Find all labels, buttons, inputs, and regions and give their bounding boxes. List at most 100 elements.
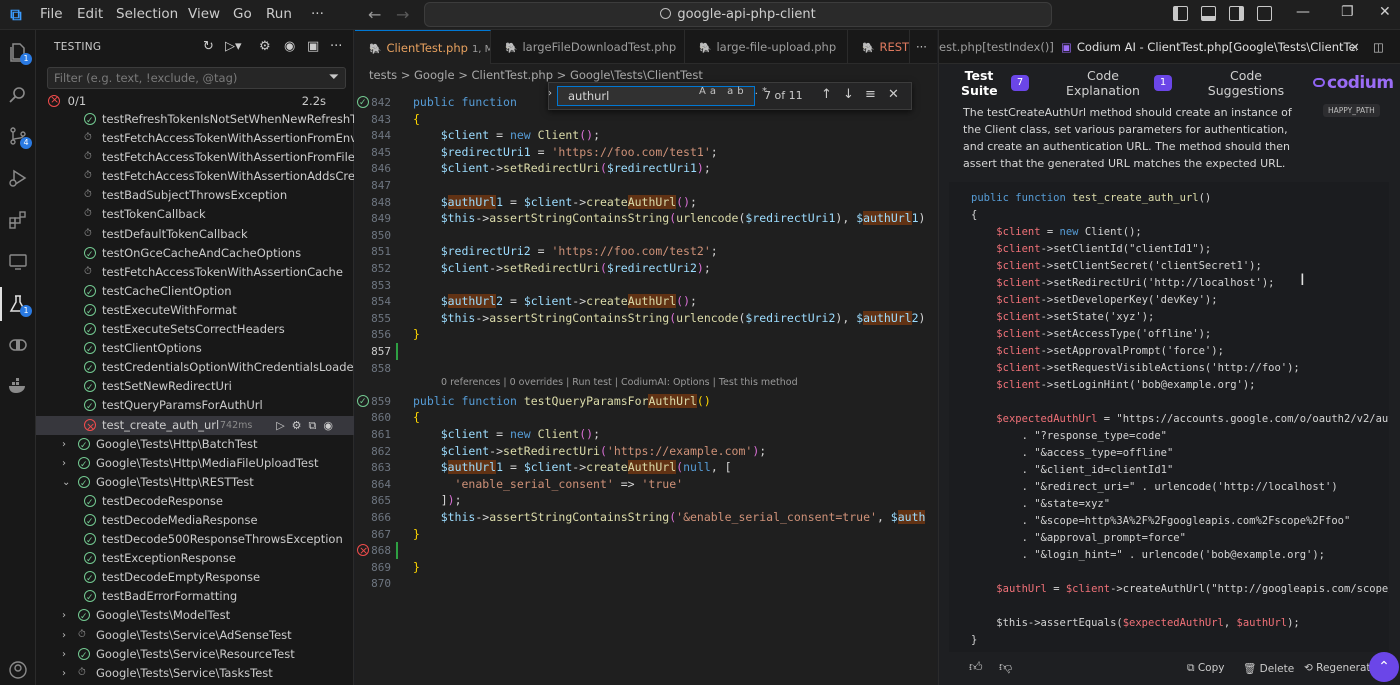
test-case-row[interactable]: testQueryParamsForAuthUrl (36, 396, 354, 417)
code-line[interactable]: 860 { (355, 409, 937, 426)
explorer-icon[interactable] (8, 42, 28, 62)
find-in-selection-icon[interactable]: ≡ (865, 87, 876, 102)
close-find-icon[interactable]: ✕ (888, 87, 899, 102)
test-suite-row[interactable]: › Google\Tests\Http\BatchTest (36, 435, 354, 456)
code-line[interactable]: 861 $client = new Client(); (355, 426, 937, 443)
code-line[interactable]: 851 $redirectUri2 = 'https://foo.com/tes… (355, 243, 937, 260)
tab-largefiledownload[interactable]: 🐘 largeFileDownloadTest.php (491, 30, 685, 64)
close-codium-tab-icon[interactable]: ✕ (1350, 30, 1360, 64)
code-line[interactable]: 846 $client->setRedirectUri($redirectUri… (355, 160, 937, 177)
toggle-panel-icon[interactable] (1201, 6, 1216, 21)
test-passed-gutter-icon[interactable] (357, 95, 369, 112)
test-filter-input[interactable]: Filter (e.g. text, !exclude, @tag) ⏷ (47, 67, 346, 89)
code-line[interactable]: 866 $this->assertStringContainsString('&… (355, 509, 937, 526)
restore-icon[interactable]: ❐ (1341, 4, 1354, 20)
code-line[interactable]: 850 (355, 227, 937, 244)
show-output-icon[interactable]: ▣ (307, 39, 319, 54)
test-case-row[interactable]: testDecode500ResponseThrowsException (36, 530, 354, 551)
more-actions-icon[interactable]: ··· (330, 39, 342, 54)
code-line[interactable]: 864 'enable_serial_consent' => 'true' (355, 476, 937, 493)
menu-selection[interactable]: Selection (116, 6, 178, 22)
remote-explorer-icon[interactable] (8, 252, 28, 272)
menu-view[interactable]: View (188, 6, 220, 22)
code-line[interactable]: 857 (355, 343, 937, 360)
codelens[interactable]: 0 references | 0 overrides | Run test | … (441, 377, 798, 388)
tab-large-file-upload[interactable]: 🐘 large-file-upload.php (685, 30, 848, 64)
generated-test-code[interactable]: public function test_create_auth_url(){ … (949, 182, 1389, 652)
tab-testindex[interactable]: est.php[testIndex()] (939, 30, 1054, 64)
forward-arrow-icon[interactable]: → (396, 5, 409, 24)
refresh-tests-icon[interactable]: ↻ (203, 39, 214, 54)
menu-file[interactable]: File (40, 6, 63, 22)
split-editor-icon[interactable]: ◫ (1373, 30, 1384, 64)
test-suite-row[interactable]: › ⏱ Google\Tests\Service\AdSenseTest (36, 626, 354, 645)
test-case-row[interactable]: ⏱ testFetchAccessTokenWithAssertionCache (36, 263, 354, 282)
chevron-right-icon[interactable]: › (62, 606, 72, 625)
code-line[interactable]: 859 public function testQueryParamsForAut… (355, 393, 937, 411)
code-line[interactable]: 870 (355, 575, 937, 592)
test-case-row[interactable]: testDecodeEmptyResponse (36, 568, 354, 589)
code-line[interactable]: 849 $this->assertStringContainsString(ur… (355, 210, 937, 227)
code-line[interactable]: 865 ]); (355, 492, 937, 509)
test-suite-row[interactable]: › Google\Tests\ModelTest (36, 606, 354, 627)
next-match-icon[interactable]: ↓ (843, 87, 854, 102)
delete-button[interactable]: 🗑︎ Delete (1243, 662, 1294, 675)
test-failed-gutter-icon[interactable] (357, 542, 369, 559)
code-line[interactable]: 844 $client = new Client(); (355, 127, 937, 144)
run-tests-icon[interactable]: ▷▾ (225, 39, 242, 54)
test-passed-gutter-icon[interactable] (357, 394, 369, 411)
code-line[interactable]: 862 $client->setRedirectUri('https://exa… (355, 443, 937, 460)
code-line[interactable]: 868 (355, 542, 937, 560)
test-suite-row[interactable]: › ⏱ Google\Tests\Service\TasksTest (36, 664, 354, 683)
code-line[interactable]: 845 $redirectUri1 = 'https://foo.com/tes… (355, 144, 937, 161)
test-case-row[interactable]: ⏱ testFetchAccessTokenWithAssertionFromFi… (36, 148, 354, 167)
test-case-row[interactable]: testOnGceCacheAndCacheOptions (36, 244, 354, 265)
code-line[interactable]: 867} (355, 526, 937, 543)
code-line[interactable]: 869} (355, 559, 937, 576)
code-editor[interactable]: 842public function843{844 $client = new … (355, 94, 937, 685)
tabs-more-icon[interactable]: ··· (910, 30, 937, 64)
code-line[interactable]: 848 $authUrl1 = $client->createAuthUrl()… (355, 194, 937, 211)
test-case-row[interactable]: testCacheClientOption (36, 282, 354, 303)
codium-icon[interactable] (8, 335, 28, 355)
code-line[interactable]: 854 $authUrl2 = $client->createAuthUrl()… (355, 293, 937, 310)
test-case-row[interactable]: testExceptionResponse (36, 549, 354, 570)
menu-run[interactable]: Run (266, 6, 292, 22)
chevron-right-icon[interactable]: › (62, 664, 72, 683)
test-case-row[interactable]: testCredentialsOptionWithCredentialsLoad… (36, 358, 354, 379)
menu-more[interactable]: ··· (311, 6, 324, 22)
close-window-icon[interactable]: ✕ (1379, 4, 1391, 20)
test-case-row[interactable]: ⏱ testFetchAccessTokenWithAssertionAddsCr… (36, 167, 354, 186)
tab-code-suggestions[interactable]: Code Suggestions (1207, 68, 1285, 98)
code-line[interactable]: 847 (355, 177, 937, 194)
tab-codium-clienttest[interactable]: ▣ Codium AI - ClientTest.php[Google\Tests… (1061, 30, 1357, 64)
filter-funnel-icon[interactable]: ⏷ (329, 70, 339, 85)
tab-rest[interactable]: 🐘 REST (848, 30, 910, 64)
thumbs-up-icon[interactable]: 👍︎ (969, 660, 983, 675)
docker-icon[interactable] (8, 376, 28, 396)
tab-clienttest[interactable]: 🐘 ClientTest.php1, M (355, 30, 491, 64)
debug-tests-icon[interactable]: ⚙ (259, 39, 271, 54)
back-arrow-icon[interactable]: ← (368, 5, 381, 24)
test-case-row[interactable]: testExecuteWithFormat (36, 301, 354, 322)
search-view-icon[interactable] (8, 85, 28, 105)
find-options[interactable]: Aa ab .* (699, 86, 771, 97)
test-case-row[interactable]: testRefreshTokenIsNotSetWhenNewRefreshTo… (36, 110, 354, 131)
extensions-icon[interactable] (8, 210, 28, 230)
source-control-icon[interactable] (8, 126, 28, 146)
menu-go[interactable]: Go (233, 6, 252, 22)
thumbs-down-icon[interactable]: 👎︎ (999, 660, 1012, 675)
toggle-sidebar-icon[interactable] (1173, 6, 1188, 21)
test-case-row[interactable]: ⏱ testFetchAccessTokenWithAssertionFromEn… (36, 129, 354, 148)
menu-edit[interactable]: Edit (77, 6, 103, 22)
test-case-row[interactable]: ⏱ testBadSubjectThrowsException (36, 186, 354, 205)
run-debug-icon[interactable] (8, 168, 28, 188)
toggle-secondary-sidebar-icon[interactable] (1229, 6, 1244, 21)
code-line[interactable]: 852 $client->setRedirectUri($redirectUri… (355, 260, 937, 277)
code-line[interactable]: 858 (355, 360, 937, 377)
customize-layout-icon[interactable] (1257, 6, 1272, 21)
previous-match-icon[interactable]: ↑ (821, 87, 832, 102)
code-line[interactable]: 843 { (355, 111, 937, 128)
tab-code-explanation[interactable]: Code Explanation (1064, 68, 1142, 98)
test-case-row[interactable]: test_create_auth_url742ms ▷⚙⧉◉ (36, 415, 354, 436)
